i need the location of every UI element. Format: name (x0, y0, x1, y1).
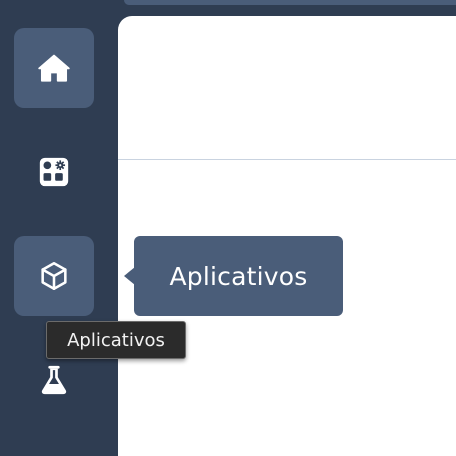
top-bar-strip (124, 0, 456, 5)
widgets-gear-icon (39, 157, 69, 187)
native-tooltip-label: Aplicativos (67, 329, 165, 351)
sidebar-item-apps[interactable] (14, 236, 94, 316)
apps-popover-tooltip: Aplicativos (134, 236, 343, 316)
sidebar-item-home[interactable] (14, 28, 94, 108)
native-tooltip: Aplicativos (46, 321, 186, 359)
home-icon (38, 54, 70, 82)
popover-label: Aplicativos (169, 261, 308, 291)
cube-icon (41, 261, 67, 291)
content-divider (118, 159, 456, 160)
flask-icon (41, 365, 67, 395)
sidebar-item-widgets[interactable] (14, 132, 94, 212)
